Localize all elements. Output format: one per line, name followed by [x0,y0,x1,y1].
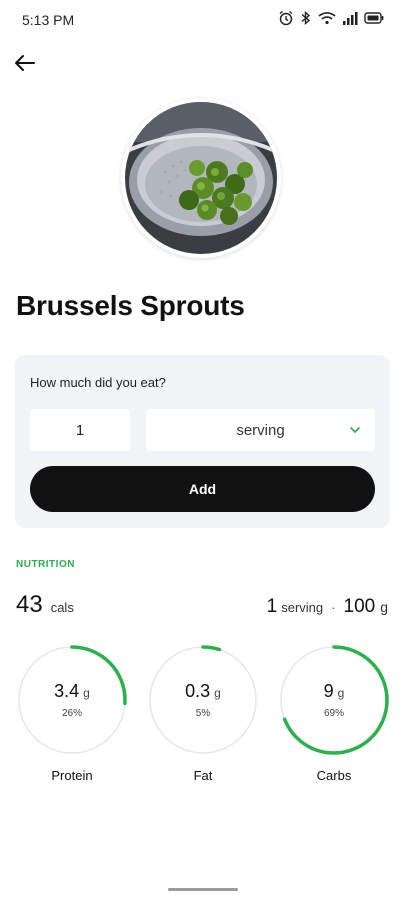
macro-percent-fat: 5% [195,708,211,719]
status-time: 5:13 PM [22,12,75,28]
macro-unit-carbs: g [337,686,345,700]
unit-select-value: serving [236,421,285,439]
macro-unit-fat: g [214,686,221,700]
portion-question: How much did you eat? [30,375,166,390]
macro-ring-fat: 0.3 g 5% [147,644,259,756]
macro-ring-carbs: 9 g 69% [278,644,390,756]
unit-select[interactable]: serving [146,409,375,451]
macro-label-fat: Fat [193,768,213,783]
macro-percent-protein: 26% [61,708,82,719]
bluetooth-icon [301,10,311,26]
alarm-icon [279,10,293,26]
wifi-icon [318,12,336,25]
status-bar: 5:13 PM [0,0,404,40]
serving-weight: 100 [343,596,376,617]
macro-unit-protein: g [83,686,90,700]
macro-ring-protein: 3.4 g 26% [16,644,128,756]
macro-label-carbs: Carbs [316,768,352,783]
signal-icon [343,12,358,25]
serving-quantity: 1 [266,596,278,617]
macro-value-protein: 3.4 [54,681,80,701]
macro-label-protein: Protein [51,768,93,783]
status-icons [278,10,384,26]
arrow-left-icon [15,55,35,71]
serving-summary: 1 serving · 100 g [267,596,388,618]
macro-value-fat: 0.3 [185,681,211,701]
calories-value: 43 [16,591,43,618]
food-title: Brussels Sprouts [16,290,245,321]
serving-separator: · [331,600,336,615]
macro-value-carbs: 9 [323,681,334,701]
serving-weight-unit: g [380,599,388,615]
macro-percent-carbs: 69% [323,708,344,719]
add-button[interactable]: Add [30,466,375,512]
back-button[interactable] [10,48,40,78]
battery-icon [364,12,384,24]
calories-unit: cals [50,600,74,615]
quantity-input[interactable] [30,409,130,451]
nutrition-section-label: NUTRITION [16,559,75,570]
serving-unit: serving [281,600,324,615]
calories-summary: 43 cals [16,591,74,619]
food-photo [121,98,281,258]
chevron-down-icon [350,427,360,433]
home-indicator[interactable] [168,888,238,891]
portion-card: How much did you eat? serving Add [15,355,390,528]
